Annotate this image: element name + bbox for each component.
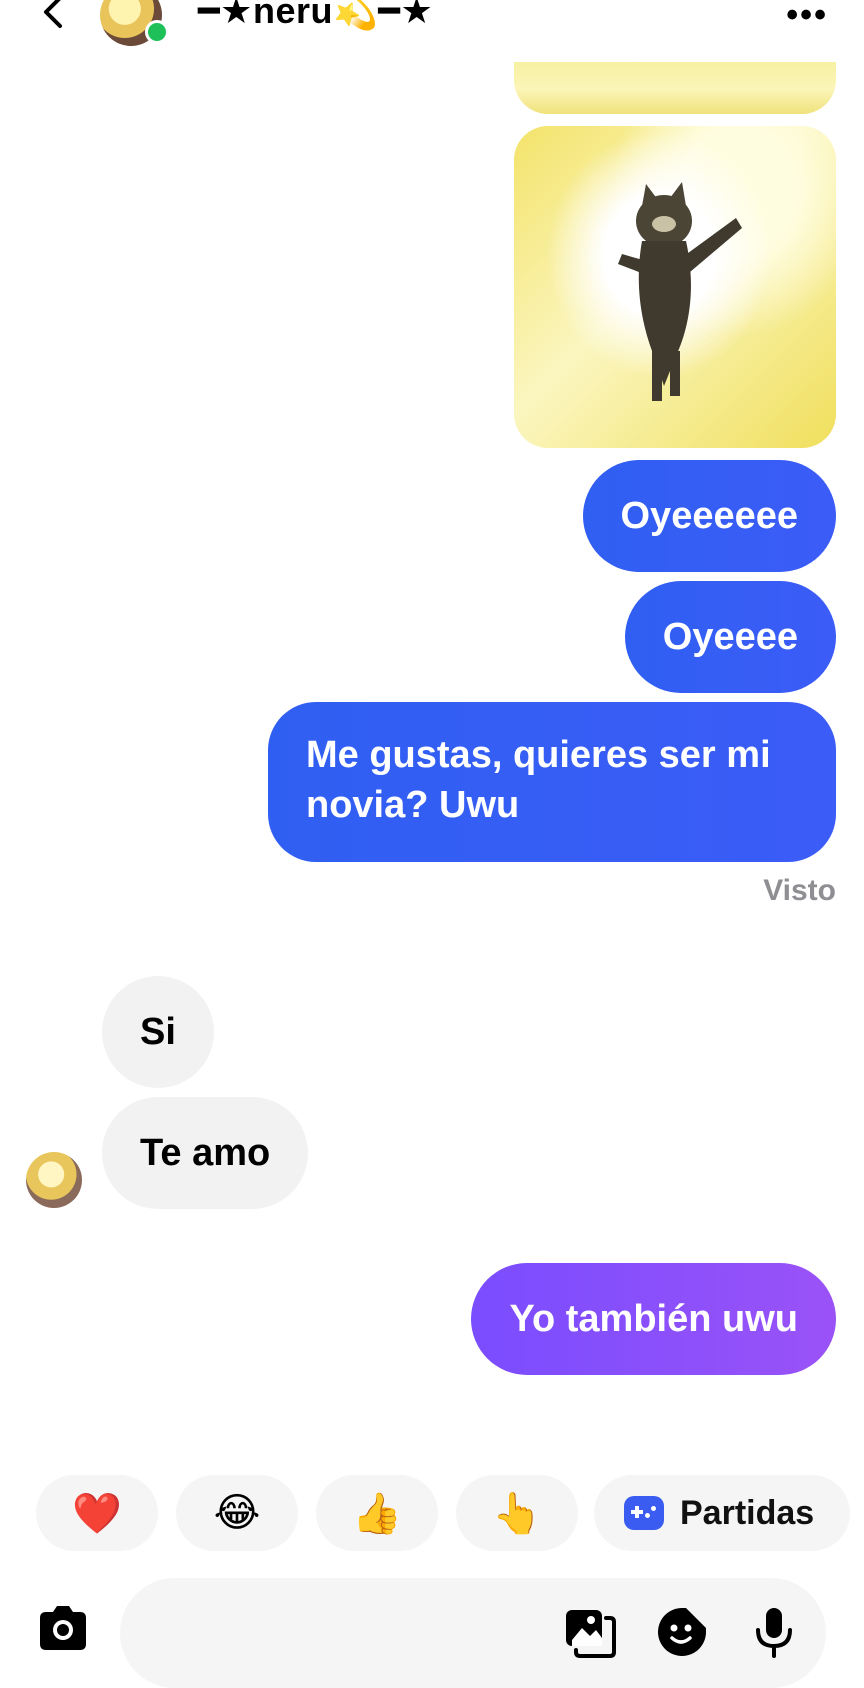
microphone-icon[interactable]: [744, 1602, 804, 1662]
games-label: Partidas: [680, 1493, 815, 1532]
seen-status: Visto: [763, 874, 836, 907]
gallery-icon[interactable]: [560, 1602, 620, 1662]
quick-reaction-laugh[interactable]: 😂: [176, 1475, 298, 1551]
quick-reaction-heart[interactable]: ❤️: [36, 1475, 158, 1551]
incoming-message[interactable]: Te amo: [102, 1097, 309, 1209]
gamepad-icon: [624, 1496, 664, 1530]
heart-emoji-icon: ❤️: [72, 1491, 122, 1536]
quick-reaction-thumbs-up[interactable]: 👍: [316, 1475, 438, 1551]
games-button[interactable]: Partidas: [594, 1475, 850, 1551]
message-input[interactable]: [120, 1578, 826, 1688]
quick-reaction-point-up[interactable]: 👆: [456, 1475, 578, 1551]
sticker-icon[interactable]: [652, 1602, 712, 1662]
outgoing-message[interactable]: Oyeeeeee: [582, 460, 836, 572]
thumbs-up-emoji-icon: 👍: [352, 1491, 402, 1536]
outgoing-message[interactable]: Yo también uwu: [471, 1263, 836, 1375]
outgoing-message[interactable]: Me gustas, quieres ser mi novia? Uwu: [268, 702, 836, 862]
shared-image-dancing-cat[interactable]: [514, 126, 836, 448]
incoming-message[interactable]: Si: [102, 976, 214, 1088]
cat-silhouette: [618, 182, 742, 401]
laughing-emoji-icon: 😂: [213, 1491, 261, 1535]
more-options-icon[interactable]: •••: [786, 0, 828, 35]
camera-icon[interactable]: [34, 1600, 92, 1658]
online-status-indicator: [145, 20, 169, 44]
back-arrow-icon[interactable]: [34, 0, 74, 34]
sender-avatar[interactable]: [26, 1152, 82, 1208]
outgoing-message[interactable]: Oyeeee: [624, 581, 836, 693]
chat-header: ━★neru💫━★ •••: [0, 0, 864, 62]
pointing-up-emoji-icon: 👆: [492, 1491, 542, 1536]
contact-name[interactable]: ━★neru💫━★: [198, 0, 433, 32]
